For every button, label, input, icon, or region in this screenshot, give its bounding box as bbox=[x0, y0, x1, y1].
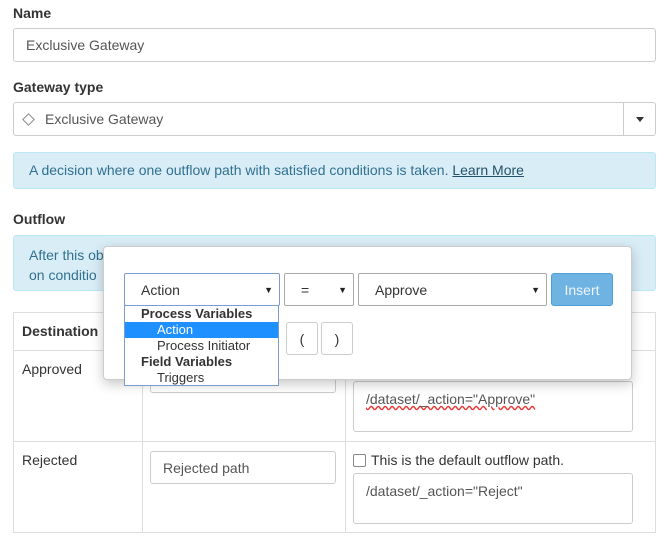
dropdown-option-action[interactable]: Action bbox=[125, 322, 278, 338]
learn-more-link[interactable]: Learn More bbox=[452, 162, 524, 178]
caret-down-icon: ▼ bbox=[264, 285, 273, 295]
dropdown-option-process-initiator[interactable]: Process Initiator bbox=[125, 338, 278, 354]
name-input[interactable]: Exclusive Gateway bbox=[13, 28, 656, 62]
dropdown-group-label: Process Variables bbox=[141, 306, 253, 321]
operator-select[interactable]: = ▼ bbox=[284, 273, 354, 306]
rejected-path-input[interactable]: Rejected path bbox=[150, 451, 336, 484]
dropdown-option-triggers[interactable]: Triggers bbox=[125, 370, 278, 386]
variable-dropdown-list: Process Variables Action Process Initiat… bbox=[124, 305, 279, 386]
dropdown-group-label: Field Variables bbox=[141, 354, 233, 369]
outflow-label: Outflow bbox=[13, 211, 66, 227]
destination-cell: Rejected bbox=[13, 441, 143, 533]
close-paren-button[interactable]: ) bbox=[321, 322, 353, 355]
value-select[interactable]: Approve ▼ bbox=[358, 273, 547, 306]
diamond-icon bbox=[22, 112, 35, 126]
open-paren-button[interactable]: ( bbox=[286, 322, 318, 355]
gateway-type-value: Exclusive Gateway bbox=[45, 111, 164, 127]
gateway-type-label: Gateway type bbox=[13, 79, 104, 95]
default-outflow-label: This is the default outflow path. bbox=[371, 452, 564, 468]
caret-down-icon: ▼ bbox=[338, 285, 347, 295]
variable-select-value: Action bbox=[141, 281, 180, 298]
variable-select[interactable]: Action ▼ bbox=[124, 273, 280, 306]
default-outflow-checkbox-row[interactable]: This is the default outflow path. bbox=[353, 452, 564, 468]
operator-select-value: = bbox=[301, 281, 310, 298]
approved-condition-input[interactable]: /dataset/_action="Approve" bbox=[353, 381, 633, 432]
info-alert-text: A decision where one outflow path with s… bbox=[29, 162, 449, 178]
approved-condition-text: /dataset/_action="Approve" bbox=[366, 391, 536, 407]
default-outflow-checkbox[interactable] bbox=[353, 454, 366, 467]
rejected-condition-input[interactable]: /dataset/_action="Reject" bbox=[353, 473, 633, 524]
caret-down-icon: ▼ bbox=[531, 285, 540, 295]
chevron-down-icon[interactable] bbox=[623, 103, 655, 135]
info-alert: A decision where one outflow path with s… bbox=[13, 152, 656, 189]
insert-button[interactable]: Insert bbox=[551, 273, 613, 306]
name-label: Name bbox=[13, 5, 52, 21]
value-select-value: Approve bbox=[375, 281, 428, 298]
gateway-type-select[interactable]: Exclusive Gateway bbox=[13, 102, 656, 136]
